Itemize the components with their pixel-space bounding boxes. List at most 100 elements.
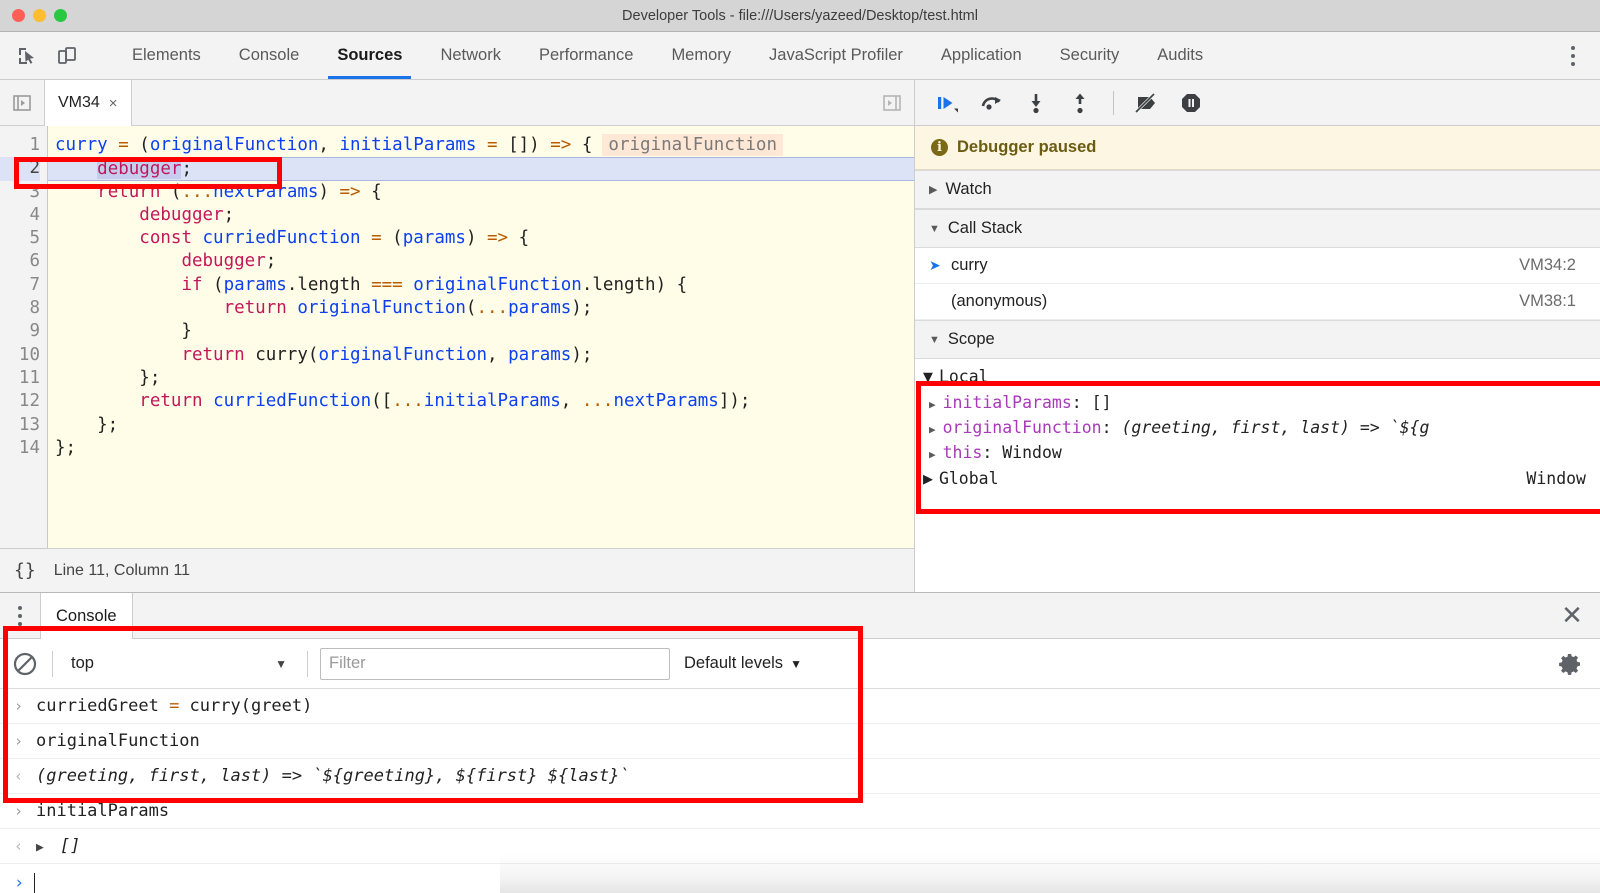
drawer-tab-console[interactable]: Console [40,593,133,639]
line-number[interactable]: 7 [0,274,40,297]
code-token: ( [139,135,150,155]
code-line[interactable]: debugger; [48,204,914,227]
inline-evaluation-hint: originalFunction [602,134,783,156]
console-input-row[interactable]: › initialParams [0,794,1600,829]
line-number[interactable]: 3 [0,181,40,204]
deactivate-breakpoints-icon[interactable] [1128,86,1166,120]
code-line[interactable]: const curriedFunction = (params) => { [48,227,914,250]
clear-console-icon[interactable] [10,649,40,679]
call-stack-row[interactable]: ➤ curry VM34:2 [915,248,1600,284]
tab-security[interactable]: Security [1041,32,1139,79]
more-tools-icon[interactable] [0,593,40,638]
tab-audits[interactable]: Audits [1138,32,1222,79]
console-input-row[interactable]: › originalFunction [0,724,1600,759]
console-message-text: [] [60,836,80,856]
log-levels-label: Default levels [684,654,783,673]
pause-on-exceptions-icon[interactable] [1172,86,1210,120]
expr-left: curriedGreet [36,696,169,716]
code-line[interactable]: debugger; [48,250,914,273]
call-stack-section-header[interactable]: ▼ Call Stack [915,209,1600,248]
call-stack-row[interactable]: (anonymous) VM38:1 [915,284,1600,320]
pretty-print-icon[interactable]: {} [14,560,36,581]
resume-icon[interactable] [929,86,967,120]
tab-console[interactable]: Console [220,32,319,79]
code-line[interactable]: }; [48,414,914,437]
console-input-row[interactable]: › curriedGreet = curry(greet) [0,689,1600,724]
line-number[interactable]: 4 [0,204,40,227]
tab-memory[interactable]: Memory [652,32,750,79]
tab-sources[interactable]: Sources [318,32,421,79]
scope-global-row[interactable]: ▶ Global Window [915,465,1600,488]
watch-label: Watch [945,180,991,199]
inspect-element-icon[interactable] [10,39,44,73]
file-tab-vm34[interactable]: VM34 × [44,80,132,126]
scope-local-header[interactable]: ▼ Local [915,363,1600,390]
line-number[interactable]: 13 [0,414,40,437]
code-editor[interactable]: 1234567891011121314 curry = (originalFun… [0,126,914,548]
step-into-icon[interactable] [1017,86,1055,120]
code-line[interactable]: debugger; [48,157,914,180]
code-line[interactable]: return curriedFunction([...initialParams… [48,390,914,413]
line-number[interactable]: 1 [0,134,40,157]
scope-var-this[interactable]: ▶ this : Window [915,440,1600,465]
maximize-window-button[interactable] [54,9,67,22]
code-content[interactable]: curry = (originalFunction, initialParams… [48,126,914,548]
code-token: { [582,135,593,155]
line-number[interactable]: 14 [0,437,40,460]
show-debugger-icon[interactable] [870,80,914,125]
code-line[interactable]: curry = (originalFunction, initialParams… [48,134,914,157]
tab-performance[interactable]: Performance [520,32,652,79]
chevron-right-icon[interactable]: ▶ [929,398,936,411]
tab-label: Console [239,46,300,65]
line-number[interactable]: 9 [0,320,40,343]
step-over-icon[interactable] [973,86,1011,120]
tab-application[interactable]: Application [922,32,1041,79]
code-line[interactable]: }; [48,367,914,390]
code-line[interactable]: } [48,320,914,343]
line-number[interactable]: 8 [0,297,40,320]
show-navigator-icon[interactable] [0,80,44,125]
line-number[interactable]: 2 [0,157,40,180]
chevron-right-icon[interactable]: ▶ [923,469,933,488]
chevron-right-icon[interactable]: ▶ [929,423,936,436]
chevron-right-icon[interactable]: ▶ [929,448,936,461]
code-line[interactable]: return (...nextParams) => { [48,181,914,204]
code-line[interactable]: return curry(originalFunction, params); [48,344,914,367]
code-token [55,205,139,225]
tab-network[interactable]: Network [421,32,520,79]
line-number[interactable]: 6 [0,250,40,273]
close-window-button[interactable] [12,9,25,22]
line-number[interactable]: 11 [0,367,40,390]
step-out-icon[interactable] [1061,86,1099,120]
line-number[interactable]: 10 [0,344,40,367]
minimize-window-button[interactable] [33,9,46,22]
call-stack-list: ➤ curry VM34:2 (anonymous) VM38:1 [915,248,1600,320]
line-number-gutter[interactable]: 1234567891011121314 [0,126,48,548]
console-prompt[interactable]: › [0,864,1600,893]
console-output-row[interactable]: ‹ (greeting, first, last) => `${greeting… [0,759,1600,794]
line-number[interactable]: 5 [0,227,40,250]
code-token: params [508,345,571,365]
console-output-row[interactable]: ‹ ▶ [] [0,829,1600,864]
close-drawer-icon[interactable]: ✕ [1544,593,1600,638]
expand-object-icon[interactable]: ▶ [36,840,44,855]
tab-javascript-profiler[interactable]: JavaScript Profiler [750,32,922,79]
scope-section-header[interactable]: ▼ Scope [915,320,1600,359]
scope-var-initialparams[interactable]: ▶ initialParams : [] [915,390,1600,415]
watch-section-header[interactable]: ▶ Watch [915,170,1600,209]
code-line[interactable]: if (params.length === originalFunction.l… [48,274,914,297]
scope-var-originalfunction[interactable]: ▶ originalFunction : (greeting, first, l… [915,415,1600,440]
close-icon[interactable]: × [109,95,118,112]
device-toolbar-icon[interactable] [50,39,84,73]
code-line[interactable]: return originalFunction(...params); [48,297,914,320]
line-number[interactable]: 12 [0,390,40,413]
code-line[interactable]: }; [48,437,914,460]
console-filter-input[interactable] [320,648,670,680]
log-levels-select[interactable]: Default levels ▼ [684,654,802,673]
javascript-context-select[interactable]: top ▼ [65,654,295,673]
console-settings-gear-icon[interactable] [1556,650,1584,678]
more-options-icon[interactable] [1558,39,1588,73]
code-token: params [224,275,287,295]
console-message-list[interactable]: › curriedGreet = curry(greet) › original… [0,689,1600,893]
tab-elements[interactable]: Elements [113,32,220,79]
